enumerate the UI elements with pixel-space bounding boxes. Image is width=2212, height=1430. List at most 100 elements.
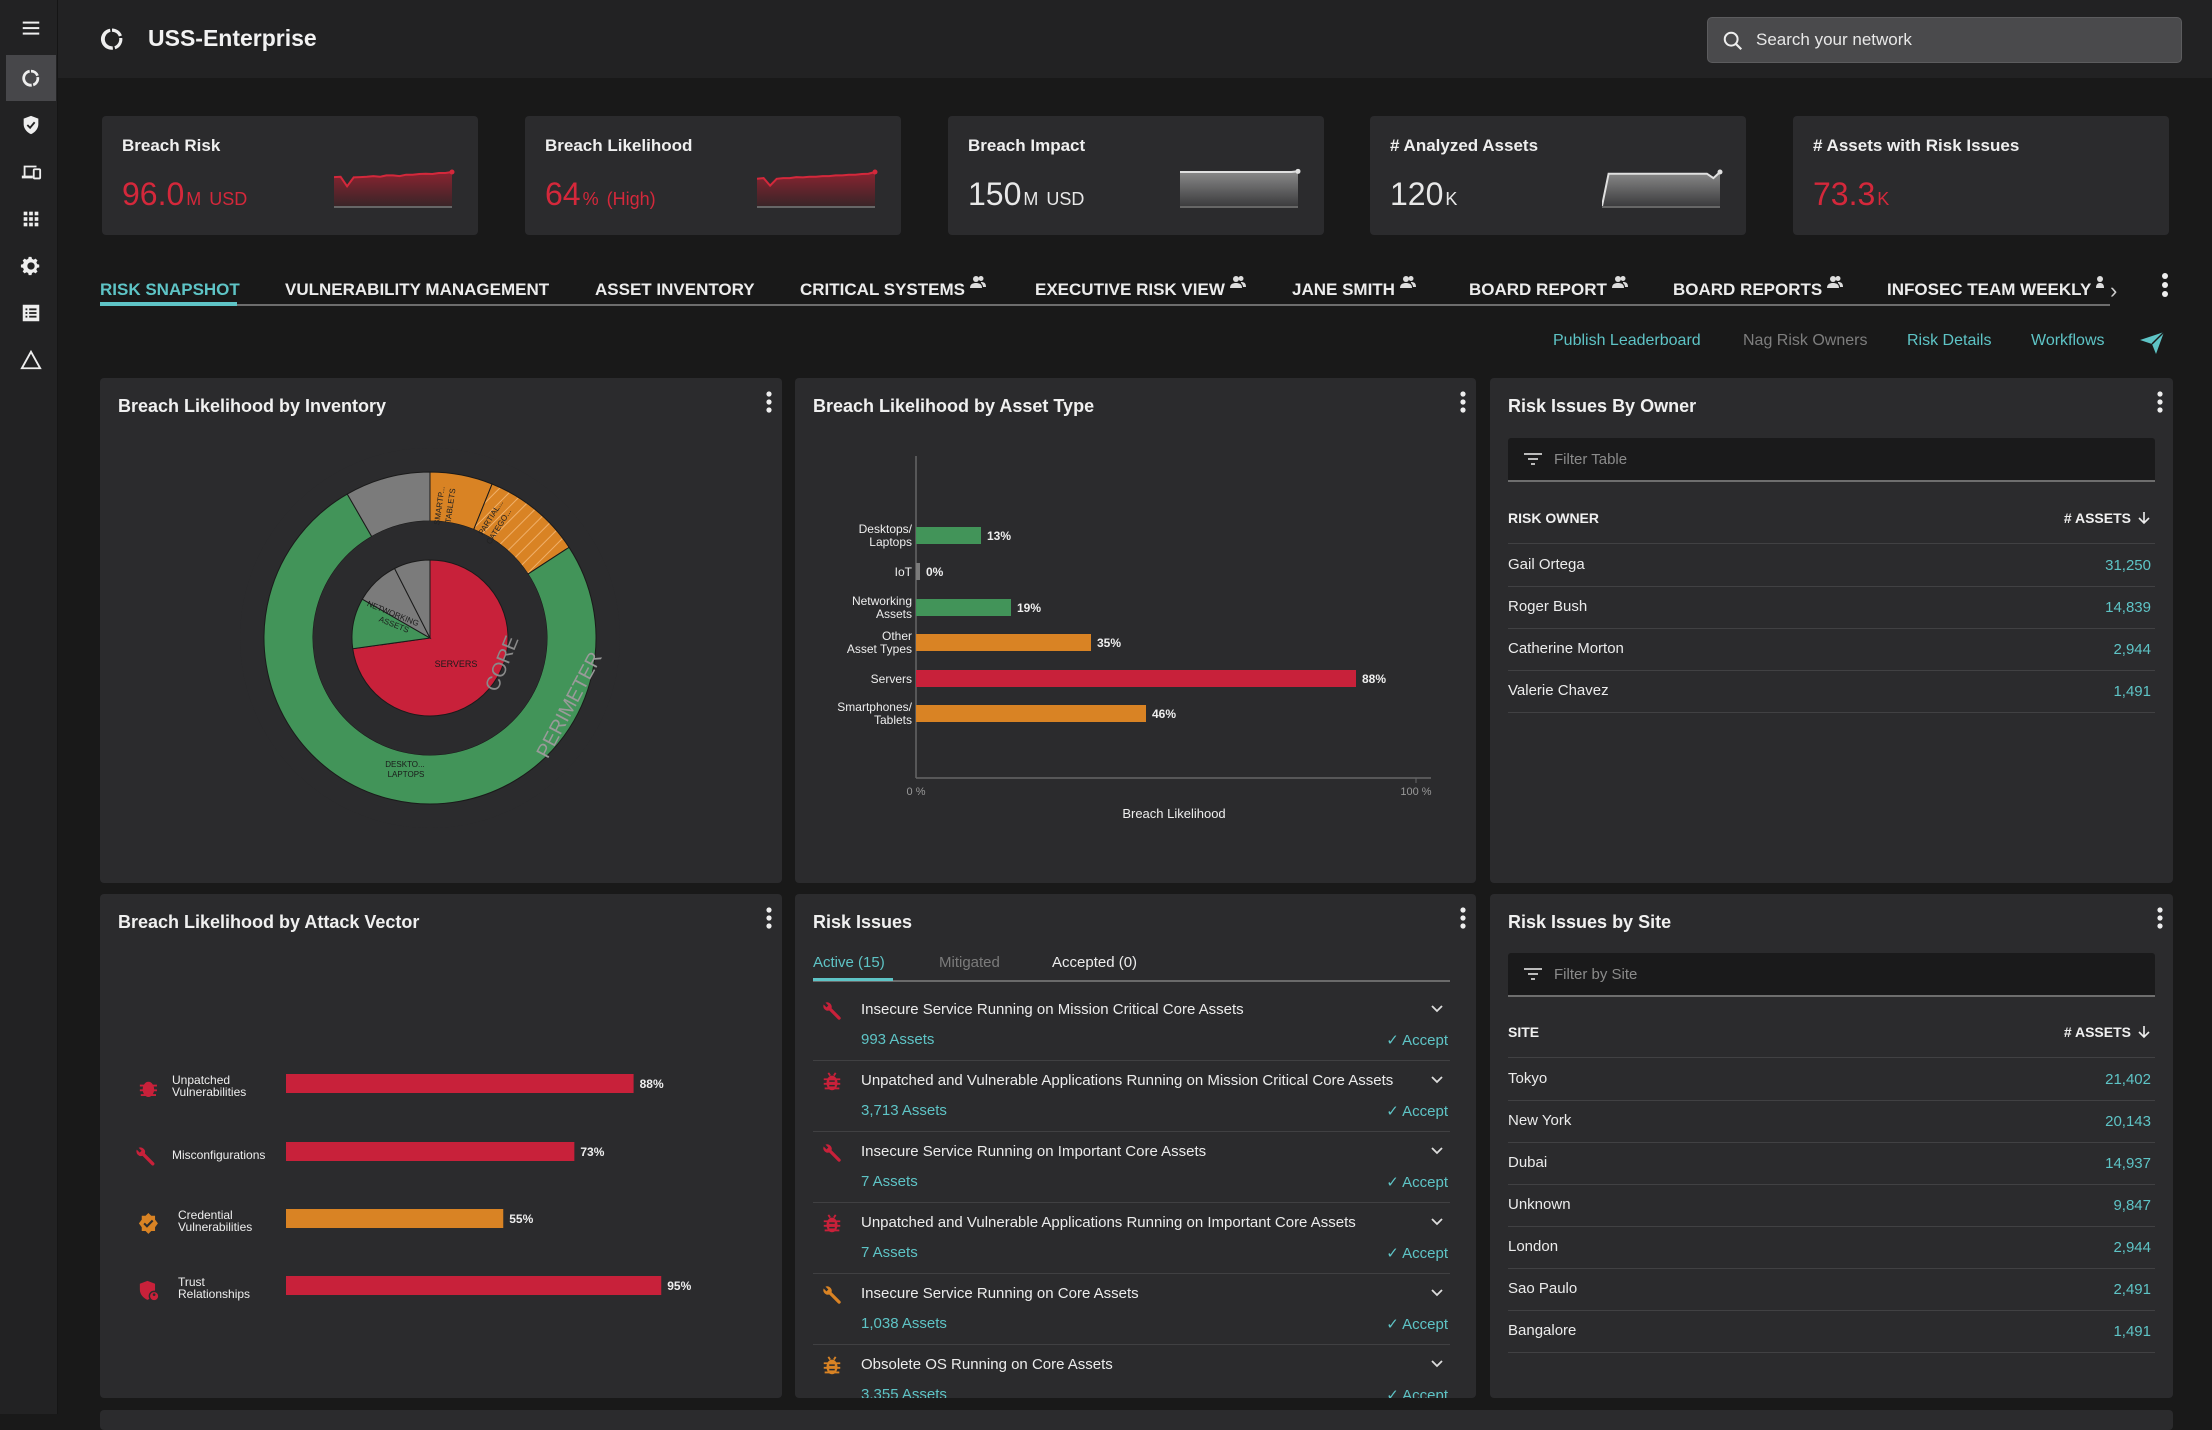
issue-assets-link[interactable]: 1,038 Assets (861, 1315, 947, 1332)
table-row[interactable]: Valerie Chavez 1,491 (1508, 671, 2155, 713)
kpi-breach-likelihood[interactable]: Breach Likelihood 64% (High) (525, 116, 901, 235)
more-options-icon[interactable] (2155, 390, 2165, 414)
risk-issue-item[interactable]: Unpatched and Vulnerable Applications Ru… (813, 1061, 1450, 1132)
chevron-down-icon[interactable] (1430, 1357, 1444, 1371)
workflows-link[interactable]: Workflows (2031, 332, 2105, 350)
risk-issue-item[interactable]: Insecure Service Running on Mission Crit… (813, 990, 1450, 1061)
tab-jane-smith[interactable]: JANE SMITH (1292, 276, 1416, 300)
search-box[interactable] (1707, 17, 2182, 63)
publish-leaderboard-link[interactable]: Publish Leaderboard (1553, 332, 1701, 350)
tab-label: VULNERABILITY MANAGEMENT (285, 280, 550, 299)
chevron-down-icon[interactable] (1430, 1002, 1444, 1016)
table-row[interactable]: Catherine Morton 2,944 (1508, 629, 2155, 671)
owner-filter[interactable] (1508, 438, 2155, 482)
nag-risk-owners-link[interactable]: Nag Risk Owners (1743, 332, 1867, 350)
risk-issue-item[interactable]: Insecure Service Running on Core Assets 1… (813, 1274, 1450, 1345)
owner-filter-input[interactable] (1554, 438, 2072, 480)
row-assets-link[interactable]: 2,491 (2113, 1281, 2151, 1298)
row-assets-link[interactable]: 2,944 (2113, 1239, 2151, 1256)
active-tab-indicator (100, 302, 237, 306)
kpi-breach-risk[interactable]: Breach Risk 96.0 M USD (102, 116, 478, 235)
menu-button[interactable] (6, 5, 56, 51)
row-assets-link[interactable]: 21,402 (2105, 1071, 2151, 1088)
row-assets-link[interactable]: 14,937 (2105, 1155, 2151, 1172)
table-row[interactable]: Roger Bush 14,839 (1508, 587, 2155, 629)
table-row[interactable]: Unknown 9,847 (1508, 1185, 2155, 1227)
kpi-breach-impact[interactable]: Breach Impact 150 M USD (948, 116, 1324, 235)
card-title: Risk Issues (813, 912, 913, 932)
row-assets-link[interactable]: 20,143 (2105, 1113, 2151, 1130)
kpi-analyzed-assets[interactable]: # Analyzed Assets 120 K (1370, 116, 1746, 235)
table-row[interactable]: New York 20,143 (1508, 1101, 2155, 1143)
risk-issue-item[interactable]: Unpatched and Vulnerable Applications Ru… (813, 1203, 1450, 1274)
accept-button[interactable]: ✓ Accept (1386, 1386, 1448, 1398)
tabs-more-icon[interactable] (2160, 272, 2170, 298)
col-site[interactable]: SITE (1508, 1024, 1539, 1040)
issue-assets-link[interactable]: 7 Assets (861, 1244, 918, 1261)
row-assets-link[interactable]: 14,839 (2105, 599, 2151, 616)
more-options-icon[interactable] (2155, 906, 2165, 930)
tab-executive-risk-view[interactable]: EXECUTIVE RISK VIEW (1035, 276, 1246, 300)
sidebar-item-alerts[interactable] (6, 337, 56, 383)
chevron-right-icon[interactable]: › (2110, 278, 2117, 304)
tab-mitigated-issues[interactable]: Mitigated (939, 954, 1000, 971)
site-filter[interactable] (1508, 953, 2155, 997)
table-row[interactable]: Dubai 14,937 (1508, 1143, 2155, 1185)
table-row[interactable]: Bangalore 1,491 (1508, 1311, 2155, 1353)
row-assets-link[interactable]: 2,944 (2113, 641, 2151, 658)
chevron-down-icon[interactable] (1430, 1286, 1444, 1300)
sidebar-item-reports[interactable] (6, 290, 56, 336)
accept-button[interactable]: ✓ Accept (1386, 1102, 1448, 1120)
accept-button[interactable]: ✓ Accept (1386, 1315, 1448, 1333)
chevron-down-icon[interactable] (1430, 1073, 1444, 1087)
category-label: Tablets (874, 713, 912, 727)
tab-board-reports[interactable]: BOARD REPORTS (1673, 276, 1844, 300)
table-row[interactable]: Tokyo 21,402 (1508, 1059, 2155, 1101)
site-filter-input[interactable] (1554, 953, 2072, 995)
tab-active-issues[interactable]: Active (15) (813, 954, 885, 971)
row-assets-link[interactable]: 31,250 (2105, 557, 2151, 574)
kpi-assets-with-risk-issues[interactable]: # Assets with Risk Issues 73.3 K (1793, 116, 2169, 235)
risk-issue-item[interactable]: Insecure Service Running on Important Co… (813, 1132, 1450, 1203)
tab-vulnerability-management[interactable]: VULNERABILITY MANAGEMENT (285, 280, 549, 300)
col-assets[interactable]: # ASSETS (2064, 1024, 2151, 1040)
chevron-down-icon[interactable] (1430, 1215, 1444, 1229)
accept-button[interactable]: ✓ Accept (1386, 1244, 1448, 1262)
accept-label: Accept (1402, 1103, 1448, 1120)
issue-assets-link[interactable]: 7 Assets (861, 1173, 918, 1190)
sidebar-item-apps[interactable] (6, 196, 56, 242)
tab-asset-inventory[interactable]: ASSET INVENTORY (595, 280, 755, 300)
bar-value-label: 73% (580, 1145, 604, 1159)
sidebar-item-devices[interactable] (6, 149, 56, 195)
search-input[interactable] (1756, 18, 2166, 62)
sidebar-item-security[interactable] (6, 102, 56, 148)
table-row[interactable]: London 2,944 (1508, 1227, 2155, 1269)
risk-details-link[interactable]: Risk Details (1907, 332, 1991, 350)
paper-plane-icon[interactable] (2138, 330, 2166, 356)
row-assets-link[interactable]: 1,491 (2113, 683, 2151, 700)
col-assets[interactable]: # ASSETS (2064, 510, 2151, 526)
row-assets-link[interactable]: 9,847 (2113, 1197, 2151, 1214)
table-row[interactable]: Gail Ortega 31,250 (1508, 545, 2155, 587)
ring-dashboard-icon (22, 69, 40, 87)
issue-assets-link[interactable]: 3,355 Assets (861, 1386, 947, 1398)
chevron-down-icon[interactable] (1430, 1144, 1444, 1158)
sidebar-item-risk-dashboard[interactable] (6, 55, 56, 101)
risk-issue-item[interactable]: Obsolete OS Running on Core Assets 3,355 … (813, 1345, 1450, 1398)
issue-assets-link[interactable]: 993 Assets (861, 1031, 934, 1048)
table-header: SITE # ASSETS (1508, 1024, 2155, 1058)
row-assets-link[interactable]: 1,491 (2113, 1323, 2151, 1340)
accept-button[interactable]: ✓ Accept (1386, 1031, 1448, 1049)
tab-infosec-team-weekly[interactable]: INFOSEC TEAM WEEKLY (1887, 276, 2105, 300)
tab-board-report[interactable]: BOARD REPORT (1469, 276, 1628, 300)
tab-accepted-issues[interactable]: Accepted (0) (1052, 954, 1137, 971)
tab-critical-systems[interactable]: CRITICAL SYSTEMS (800, 276, 986, 300)
tab-risk-snapshot[interactable]: RISK SNAPSHOT (100, 280, 240, 300)
accept-button[interactable]: ✓ Accept (1386, 1173, 1448, 1191)
sidebar-item-settings[interactable] (6, 243, 56, 289)
issue-assets-link[interactable]: 3,713 Assets (861, 1102, 947, 1119)
search-icon (1723, 31, 1743, 51)
col-risk-owner[interactable]: RISK OWNER (1508, 510, 1599, 526)
table-row[interactable]: Sao Paulo 2,491 (1508, 1269, 2155, 1311)
more-options-icon[interactable] (1458, 906, 1468, 930)
